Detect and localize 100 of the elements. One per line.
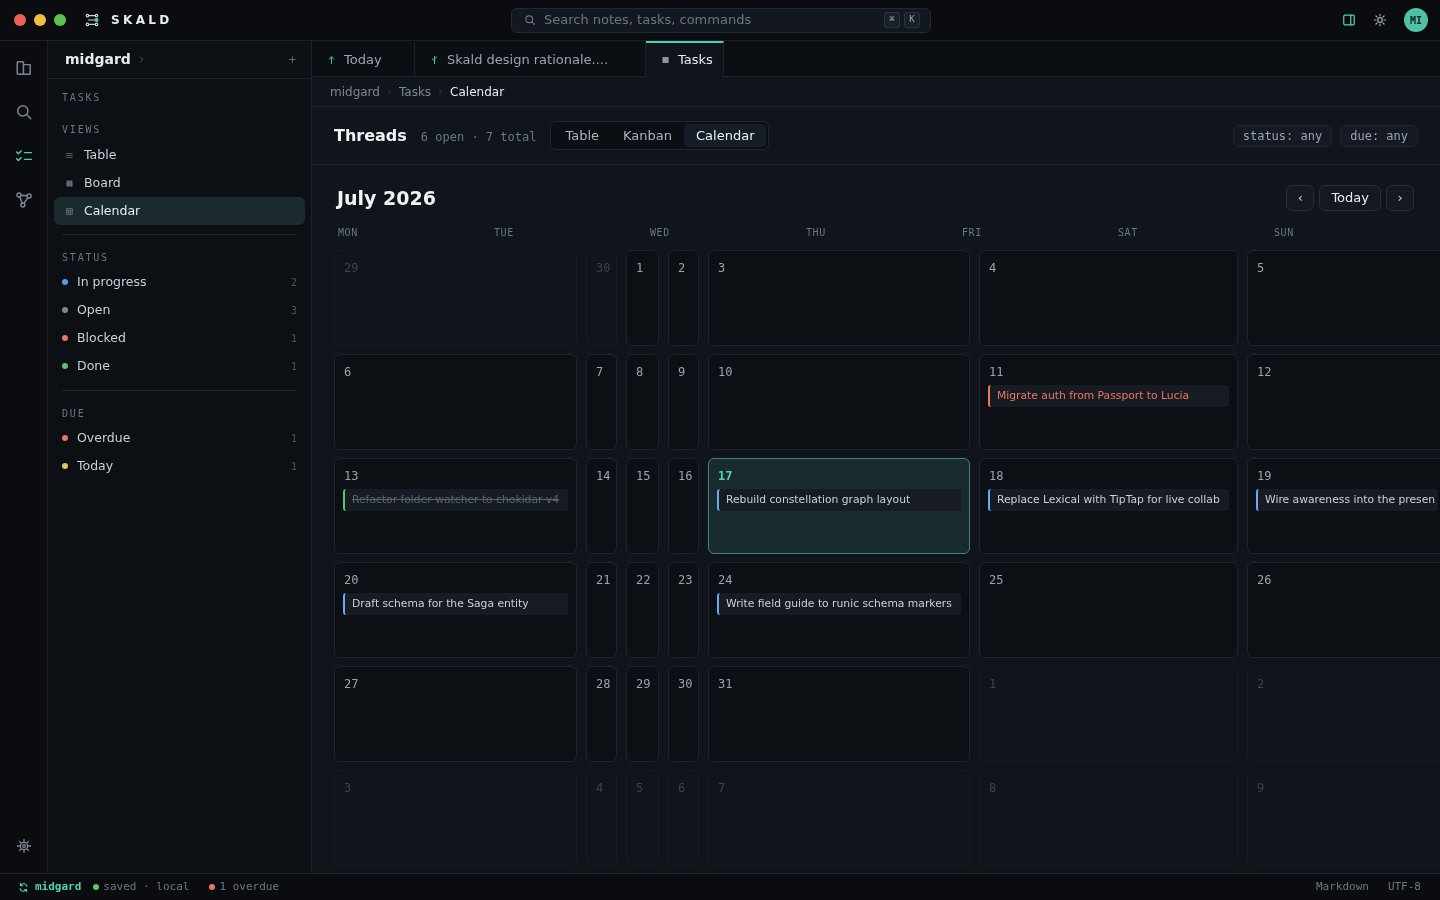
filter-button[interactable]: status: any — [1232, 124, 1333, 147]
day-cell[interactable]: 23 — [668, 562, 699, 658]
day-cell[interactable]: 6 — [334, 354, 577, 450]
day-cell[interactable]: 1 — [626, 250, 659, 346]
sidebar-view-item[interactable]: Table — [54, 141, 305, 169]
day-number: 21 — [596, 573, 611, 587]
files-icon[interactable] — [14, 59, 33, 77]
day-cell[interactable]: 14 — [586, 458, 617, 554]
panel-icon[interactable] — [1342, 13, 1356, 27]
status-vault[interactable]: midgard — [35, 878, 82, 896]
day-cell[interactable]: 13 Refactor folder watcher to chokidar v4 — [334, 458, 577, 554]
close-window-button[interactable] — [14, 14, 26, 26]
view-option[interactable]: Calendar — [684, 124, 767, 147]
today-button[interactable]: Today — [1319, 185, 1381, 211]
task-event[interactable]: Draft schema for the Saga entity — [343, 593, 568, 615]
day-cell[interactable]: 29 — [626, 666, 659, 762]
day-number: 13 — [344, 469, 359, 483]
filter-item[interactable]: In progress — [77, 272, 147, 292]
task-event[interactable]: Rebuild constellation graph layout — [717, 489, 961, 511]
section-heading: TASKS — [62, 92, 102, 104]
arrow-up-icon — [327, 55, 336, 65]
task-event[interactable]: Write field guide to runic schema markers — [717, 593, 961, 615]
filter-item[interactable]: Overdue — [77, 428, 131, 448]
sidebar-view-item[interactable]: Calendar — [54, 197, 305, 225]
next-month-button[interactable]: › — [1386, 185, 1414, 211]
day-cell[interactable]: 17 Rebuild constellation graph layout — [708, 458, 970, 554]
view-option[interactable]: Table — [553, 124, 612, 147]
file-format[interactable]: Markdown — [1315, 878, 1369, 896]
plus-icon[interactable] — [288, 55, 297, 64]
day-cell[interactable]: 19 Wire awareness into the presen — [1247, 458, 1440, 554]
day-number: 25 — [989, 573, 1004, 587]
day-cell[interactable]: 11 Migrate auth from Passport to Lucia — [979, 354, 1238, 450]
day-cell[interactable]: 25 — [979, 562, 1238, 658]
search-input[interactable]: Search notes, tasks, commands — [544, 10, 876, 30]
overdue-count[interactable]: 1 overdue — [219, 878, 280, 896]
minimize-window-button[interactable] — [34, 14, 46, 26]
day-cell[interactable]: 26 — [1247, 562, 1440, 658]
day-cell[interactable]: 4 — [979, 250, 1238, 346]
day-cell[interactable]: 10 — [708, 354, 970, 450]
day-number: 12 — [1257, 365, 1272, 379]
settings-icon[interactable] — [15, 838, 32, 854]
search-icon[interactable] — [14, 103, 33, 121]
task-event[interactable]: Wire awareness into the presen — [1256, 489, 1438, 511]
day-cell[interactable]: 9 — [668, 354, 699, 450]
square-icon — [65, 178, 74, 188]
day-number: 16 — [678, 469, 693, 483]
day-cell[interactable]: 21 — [586, 562, 617, 658]
day-cell[interactable]: 28 — [586, 666, 617, 762]
sync-icon — [18, 881, 29, 893]
task-event[interactable]: Migrate auth from Passport to Lucia — [988, 385, 1229, 407]
shortcut-key: K — [904, 12, 920, 28]
day-cell[interactable]: 31 — [708, 666, 970, 762]
day-cell[interactable]: 7 — [586, 354, 617, 450]
day-number: 7 — [596, 365, 604, 379]
day-cell[interactable]: 30 — [668, 666, 699, 762]
task-event[interactable]: Replace Lexical with TipTap for live collab — [988, 489, 1229, 511]
previous-month-button[interactable]: ‹ — [1286, 185, 1315, 211]
breadcrumb-link[interactable]: midgard — [330, 82, 380, 101]
filter-button[interactable]: due: any — [1340, 124, 1418, 147]
list-icon — [65, 150, 74, 160]
sun-icon[interactable] — [1373, 13, 1387, 27]
weekday-label: MON — [338, 227, 358, 239]
day-cell[interactable]: 3 — [708, 250, 970, 346]
tab[interactable]: Tasks — [646, 41, 724, 77]
filter-item[interactable]: Blocked — [77, 328, 126, 348]
day-cell[interactable]: 15 — [626, 458, 659, 554]
day-number: 10 — [718, 365, 733, 379]
tab[interactable]: Today — [312, 41, 415, 77]
day-cell[interactable]: 27 — [334, 666, 577, 762]
month-title: July 2026 — [337, 185, 436, 211]
day-number: 24 — [718, 573, 733, 587]
maximize-window-button[interactable] — [54, 14, 66, 26]
day-cell[interactable]: 18 Replace Lexical with TipTap for live collab — [979, 458, 1238, 554]
vault-name[interactable]: midgard — [65, 49, 131, 70]
day-cell[interactable]: 16 — [668, 458, 699, 554]
user-avatar[interactable]: MI — [1404, 8, 1428, 32]
filter-item[interactable]: Open — [77, 300, 111, 320]
section-heading: DUE — [62, 408, 86, 420]
day-number: 8 — [636, 365, 644, 379]
day-cell[interactable]: 22 — [626, 562, 659, 658]
day-cell[interactable]: 12 — [1247, 354, 1440, 450]
day-number: 11 — [989, 365, 1004, 379]
search-field[interactable]: Search notes, tasks, commands ⌘ K — [511, 7, 931, 33]
task-summary: 6 open · 7 total — [420, 128, 537, 146]
logo-icon — [85, 13, 99, 27]
day-cell[interactable]: 24 Write field guide to runic schema markers — [708, 562, 970, 658]
view-option[interactable]: Kanban — [611, 124, 684, 147]
file-encoding[interactable]: UTF-8 — [1387, 878, 1421, 896]
weekday-label: THU — [806, 227, 826, 239]
breadcrumb-link[interactable]: Tasks — [398, 82, 432, 101]
sidebar-view-item[interactable]: Board — [54, 169, 305, 197]
day-cell[interactable]: 20 Draft schema for the Saga entity — [334, 562, 577, 658]
item-count: 1 — [290, 359, 297, 374]
filter-item[interactable]: Done — [77, 356, 110, 376]
filter-item[interactable]: Today — [77, 456, 114, 476]
day-cell[interactable]: 8 — [626, 354, 659, 450]
day-cell[interactable]: 5 — [1247, 250, 1440, 346]
day-number: 19 — [1257, 469, 1272, 483]
graph-icon[interactable] — [14, 191, 33, 209]
day-cell[interactable]: 2 — [668, 250, 699, 346]
